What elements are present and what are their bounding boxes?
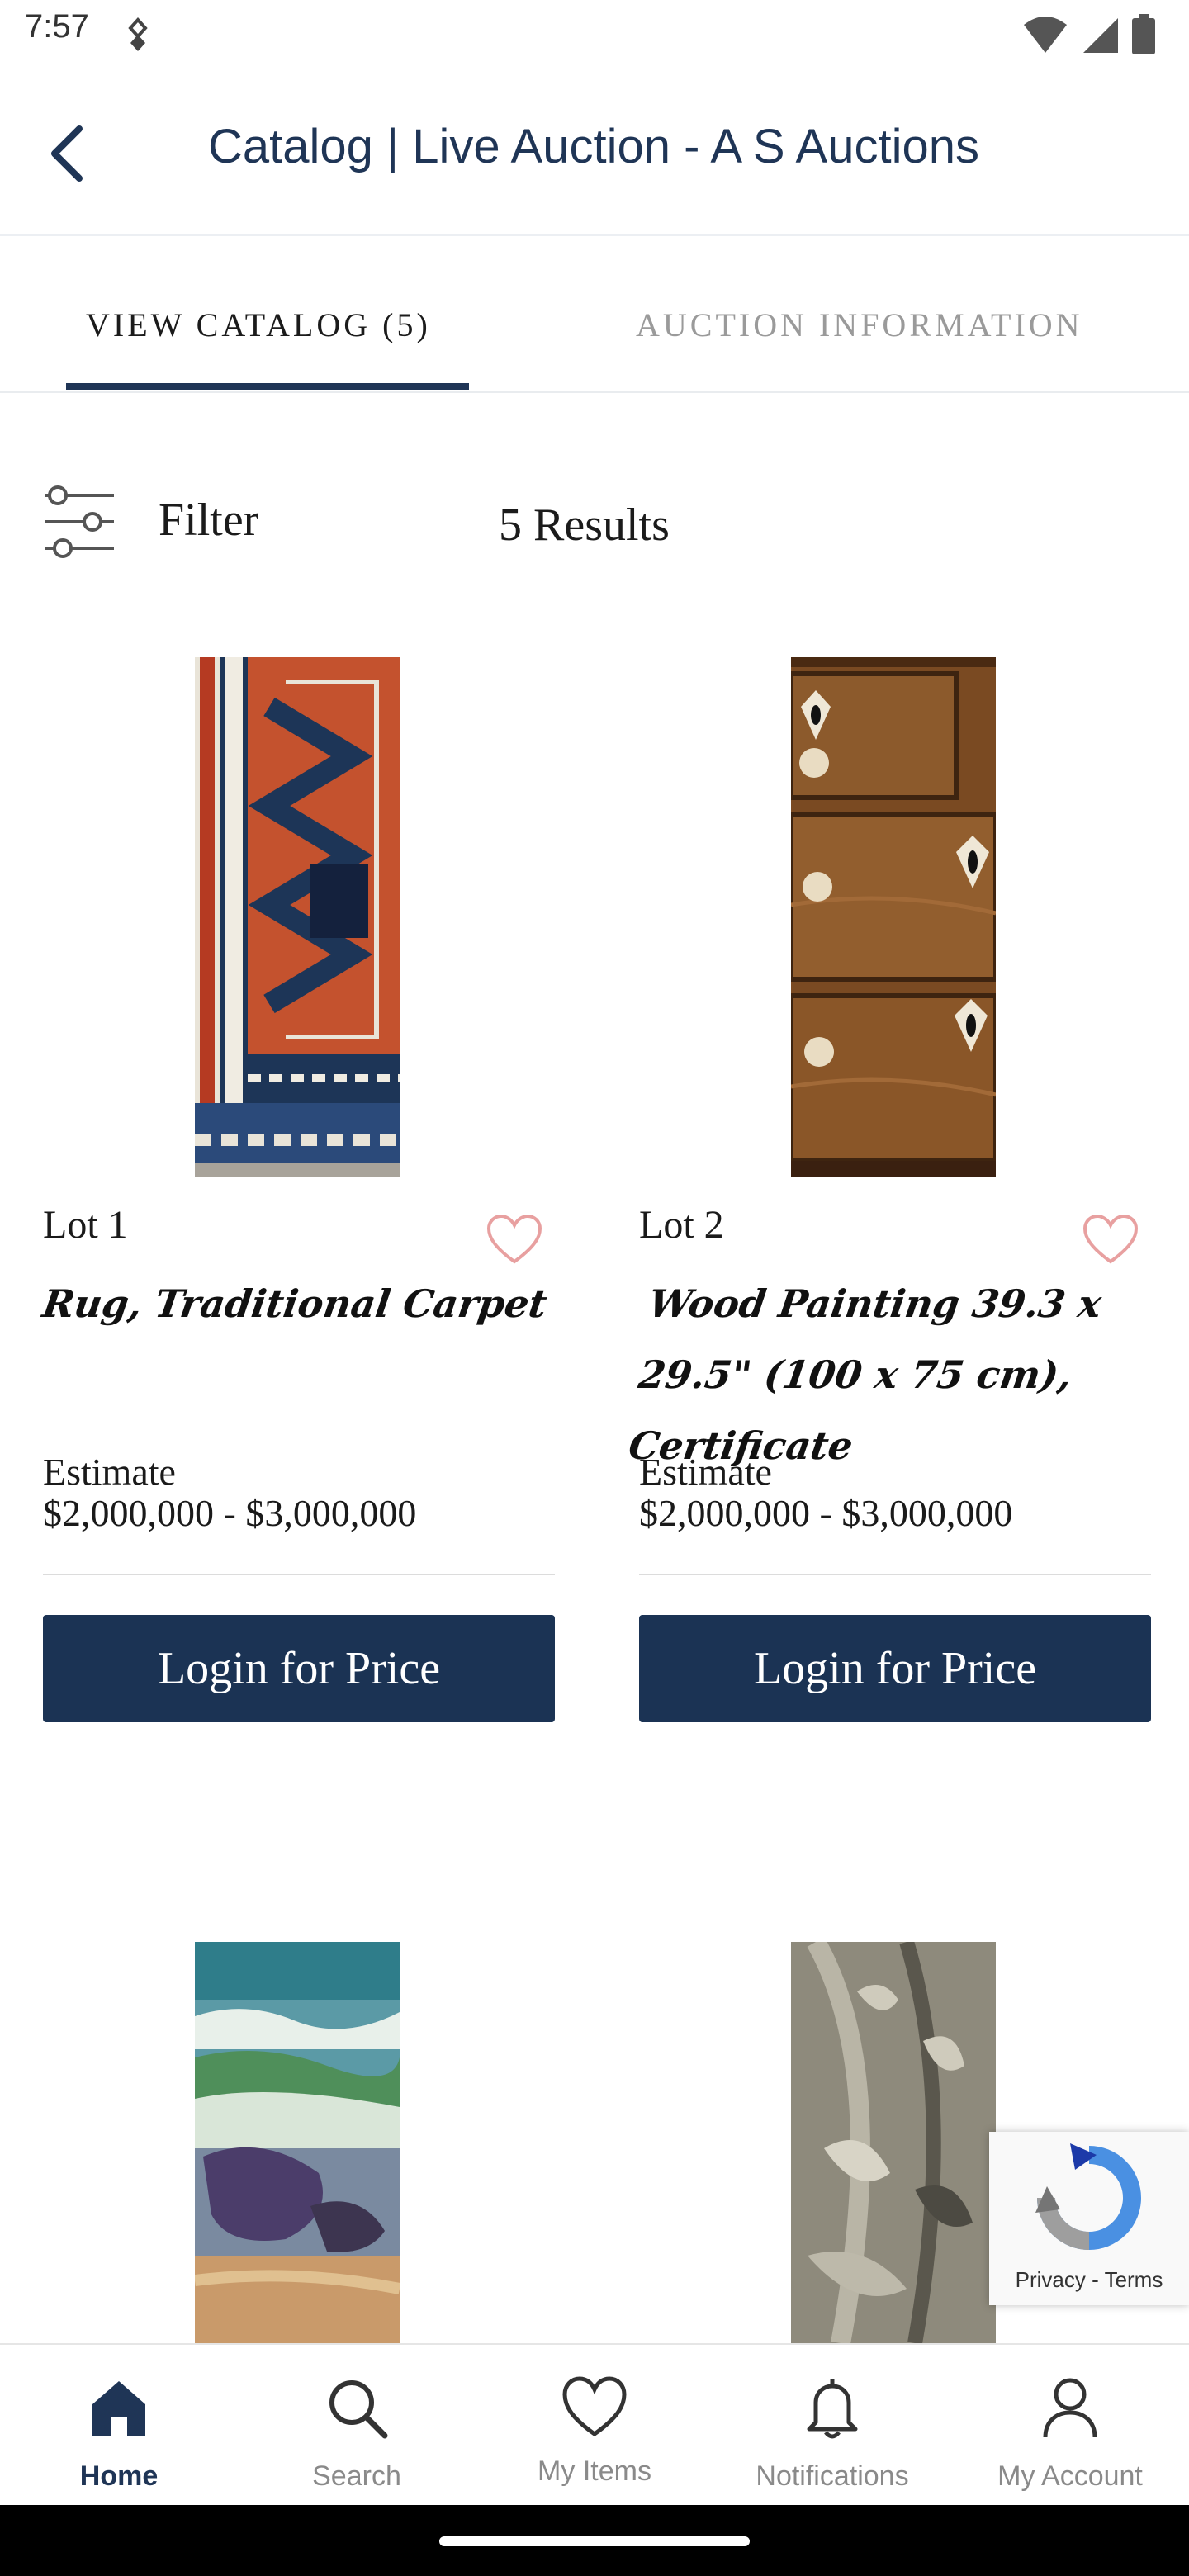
app-header: Catalog | Live Auction - A S Auctions <box>0 69 1189 236</box>
wifi-icon <box>1024 17 1067 53</box>
notification-app-icon <box>128 17 148 51</box>
nav-my-items[interactable]: My Items <box>476 2345 713 2507</box>
recaptcha-badge[interactable]: Privacy - Terms <box>989 2132 1189 2305</box>
search-icon <box>329 2380 388 2439</box>
lot-card[interactable] <box>43 1942 555 2343</box>
home-gesture-handle[interactable] <box>439 2536 750 2546</box>
wood-drawers-image <box>791 657 996 1177</box>
status-icons <box>1022 12 1156 58</box>
nav-label: My Items <box>538 2455 651 2487</box>
recaptcha-links: Privacy - Terms <box>989 2267 1189 2293</box>
nav-home[interactable]: Home <box>0 2345 238 2507</box>
recaptcha-terms-link[interactable]: Terms <box>1105 2267 1163 2292</box>
card-divider <box>639 1574 1151 1575</box>
heart-icon <box>562 2376 627 2437</box>
nav-label: Notifications <box>756 2460 909 2492</box>
page-title: Catalog | Live Auction - A S Auctions <box>208 120 979 173</box>
rug-image <box>195 657 400 1177</box>
estimate-value: $2,000,000 - $3,000,000 <box>639 1492 1013 1534</box>
lot-title[interactable]: Rug, Traditional Carpet <box>38 1268 560 1339</box>
tab-auction-information[interactable]: AUCTION INFORMATION <box>636 305 1083 344</box>
silver-relief-image <box>791 1942 996 2343</box>
filter-label: Filter <box>159 495 259 546</box>
estimate-label: Estimate <box>639 1451 772 1493</box>
card-divider <box>43 1574 555 1575</box>
estimate-value: $2,000,000 - $3,000,000 <box>43 1492 417 1534</box>
status-bar: 7:57 <box>0 0 1189 69</box>
filter-button[interactable]: Filter <box>41 484 306 566</box>
estimate-label: Estimate <box>43 1451 176 1493</box>
home-icon <box>92 2381 145 2436</box>
favorite-heart-icon[interactable] <box>1082 1214 1139 1267</box>
results-count: 5 Results <box>499 500 670 551</box>
signal-icon <box>1083 18 1118 53</box>
nav-label: My Account <box>997 2460 1143 2492</box>
sliders-icon <box>45 485 114 558</box>
recaptcha-icon <box>1035 2143 1141 2250</box>
tab-view-catalog[interactable]: VIEW CATALOG (5) <box>86 305 431 344</box>
active-tab-indicator <box>66 383 469 390</box>
favorite-heart-icon[interactable] <box>486 1214 543 1267</box>
lot-number: Lot 1 <box>43 1203 128 1247</box>
recaptcha-separator: - <box>1092 2267 1099 2292</box>
nav-notifications[interactable]: Notifications <box>713 2345 951 2507</box>
tab-bar: VIEW CATALOG (5) AUCTION INFORMATION <box>0 234 1189 393</box>
recaptcha-privacy-link[interactable]: Privacy <box>1016 2267 1086 2292</box>
login-for-price-button[interactable]: Login for Price <box>43 1615 555 1722</box>
lot-number: Lot 2 <box>639 1203 724 1247</box>
nav-label: Home <box>79 2460 159 2492</box>
bell-icon <box>807 2379 858 2439</box>
nav-label: Search <box>312 2460 401 2492</box>
seascape-painting-image <box>195 1942 400 2343</box>
bottom-navigation: Home Search My Items Notifications My Ac… <box>0 2343 1189 2507</box>
nav-search[interactable]: Search <box>238 2345 476 2507</box>
battery-icon <box>1132 14 1155 54</box>
login-for-price-button[interactable]: Login for Price <box>639 1615 1151 1722</box>
status-time: 7:57 <box>25 8 89 45</box>
person-icon <box>1043 2378 1097 2438</box>
nav-my-account[interactable]: My Account <box>951 2345 1189 2507</box>
chevron-left-icon <box>51 125 83 182</box>
back-button[interactable] <box>30 116 104 190</box>
